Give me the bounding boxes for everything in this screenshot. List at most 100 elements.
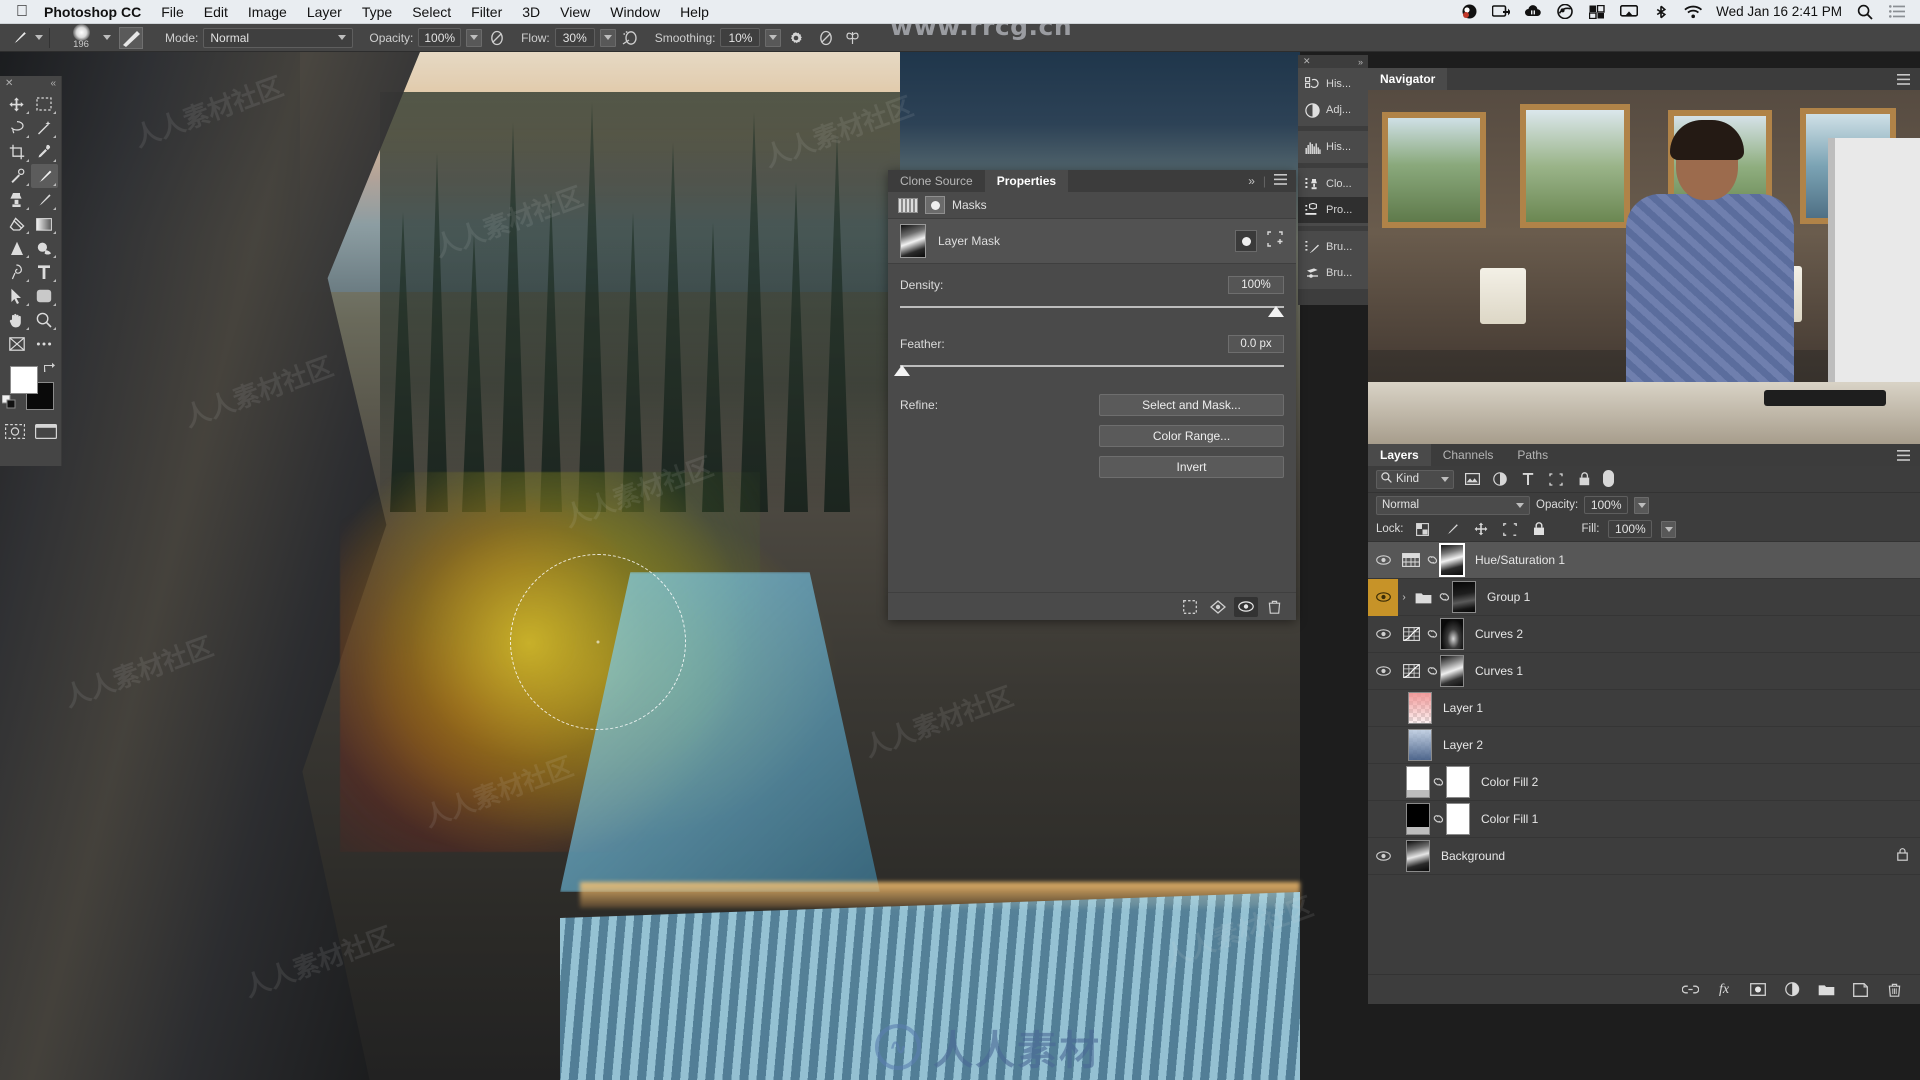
close-icon[interactable]: ✕ (5, 78, 13, 89)
gear-icon[interactable] (786, 28, 806, 48)
dodge-tool[interactable] (31, 236, 59, 260)
layer-name[interactable]: Color Fill 2 (1481, 775, 1538, 789)
apply-mask-icon[interactable] (1206, 597, 1230, 617)
invert-button[interactable]: Invert (1099, 456, 1284, 478)
opacity-control[interactable]: Opacity: 100% (369, 28, 507, 48)
layer-visibility-toggle[interactable] (1368, 727, 1398, 764)
marquee-tool[interactable] (31, 92, 59, 116)
dropbox-icon[interactable] (1588, 4, 1606, 20)
opacity-dropdown-icon[interactable] (466, 28, 483, 47)
crop-tool[interactable] (3, 140, 31, 164)
table-row[interactable]: Hue/Saturation 1 (1368, 542, 1920, 579)
layer-mask-thumbnail[interactable] (1439, 543, 1465, 577)
toggle-mask-icon[interactable] (1234, 596, 1258, 617)
swap-colors-icon[interactable] (43, 362, 55, 377)
tab-paths[interactable]: Paths (1505, 444, 1560, 466)
layer-visibility-toggle[interactable] (1368, 653, 1398, 690)
density-slider[interactable] (900, 303, 1284, 317)
layer-visibility-toggle[interactable] (1368, 578, 1398, 616)
link-mask-icon[interactable] (1424, 664, 1440, 678)
display-icon[interactable] (1492, 4, 1511, 20)
delete-mask-icon[interactable] (1262, 597, 1286, 617)
menu-item-view[interactable]: View (560, 4, 590, 20)
link-mask-icon[interactable] (1430, 812, 1446, 826)
history-brush-tool[interactable] (31, 188, 59, 212)
lock-image-pixels-icon[interactable] (1442, 520, 1462, 539)
layer-style-icon[interactable]: fx (1714, 980, 1734, 1000)
filter-image-icon[interactable] (1462, 470, 1482, 489)
screen-mode-icon[interactable] (31, 420, 62, 442)
dock-item-histogram[interactable]: His... (1298, 134, 1368, 160)
navigator-preview[interactable] (1368, 90, 1920, 444)
new-adjustment-icon[interactable] (1782, 980, 1802, 1000)
layer-visibility-toggle[interactable] (1368, 690, 1398, 727)
filter-smart-object-icon[interactable] (1574, 470, 1594, 489)
layer-name[interactable]: Curves 2 (1475, 627, 1523, 641)
menu-item-file[interactable]: File (161, 4, 184, 20)
add-vector-mask-icon[interactable] (1266, 230, 1284, 253)
dock-item-history[interactable]: His... (1298, 71, 1368, 97)
table-row[interactable]: Curves 2 (1368, 616, 1920, 653)
control-center-list-icon[interactable] (1888, 4, 1906, 20)
move-tool[interactable] (3, 92, 31, 116)
tab-properties[interactable]: Properties (984, 170, 1069, 192)
tab-channels[interactable]: Channels (1431, 444, 1506, 466)
brush-preset-picker[interactable]: 196 (64, 23, 111, 51)
table-row[interactable]: › Group 1 (1368, 578, 1920, 616)
layer-name[interactable]: Color Fill 1 (1481, 812, 1538, 826)
dock-item-brush-settings[interactable]: Bru... (1298, 234, 1368, 260)
apple-logo-icon[interactable]:  (16, 3, 28, 20)
flow-value[interactable]: 30% (554, 28, 595, 47)
layer-visibility-toggle[interactable] (1368, 838, 1398, 875)
blend-mode-control[interactable]: Mode: Normal (165, 27, 354, 48)
feather-slider-knob[interactable] (894, 365, 910, 376)
smoothing-value[interactable]: 10% (720, 28, 761, 47)
layer-mask-thumbnail[interactable] (1446, 766, 1470, 798)
density-value[interactable]: 100% (1228, 276, 1284, 294)
new-group-icon[interactable] (1816, 980, 1836, 1000)
double-chevron-icon[interactable]: » (1358, 57, 1363, 67)
folder-icon[interactable] (1410, 579, 1436, 616)
select-and-mask-button[interactable]: Select and Mask... (1099, 394, 1284, 416)
type-tool[interactable] (31, 260, 59, 284)
link-mask-icon[interactable] (1424, 627, 1440, 641)
filter-adjustment-icon[interactable] (1490, 470, 1510, 489)
tab-navigator[interactable]: Navigator (1368, 68, 1448, 90)
link-mask-icon[interactable] (1436, 590, 1452, 604)
fill-color-thumbnail[interactable] (1406, 766, 1430, 798)
wifi-icon[interactable] (1684, 4, 1703, 20)
dock-item-adjustments[interactable]: Adj... (1298, 97, 1368, 123)
layer-visibility-toggle[interactable] (1368, 616, 1398, 653)
brush-angle-control[interactable] (816, 28, 836, 48)
default-colors-icon[interactable] (1, 394, 16, 414)
panel-menu-icon[interactable] (1274, 174, 1287, 188)
dock-item-brushes[interactable]: Bru... (1298, 260, 1368, 286)
gradient-tool[interactable] (31, 212, 59, 236)
panel-menu-icon[interactable] (1897, 444, 1920, 466)
eraser-tool[interactable] (3, 212, 31, 236)
layer-list[interactable]: Hue/Saturation 1 › Group 1 Curves 2 Curv… (1368, 542, 1920, 974)
symmetry-control[interactable] (842, 28, 862, 48)
table-row[interactable]: Layer 2 (1368, 727, 1920, 764)
pen-tool[interactable] (3, 260, 31, 284)
tool-preset-swatch[interactable] (119, 26, 143, 49)
menu-item-layer[interactable]: Layer (307, 4, 342, 20)
add-pixel-mask-icon[interactable] (1235, 230, 1257, 252)
bluetooth-icon[interactable] (1652, 4, 1670, 20)
menu-item-type[interactable]: Type (362, 4, 392, 20)
double-chevron-icon[interactable]: « (50, 78, 56, 89)
color-range-button[interactable]: Color Range... (1099, 425, 1284, 447)
panel-menu-icon[interactable] (1897, 68, 1920, 90)
obs-icon[interactable] (1460, 4, 1478, 20)
group-expander-icon[interactable]: › (1398, 592, 1410, 603)
filter-kind-select[interactable]: Kind (1376, 469, 1454, 489)
new-layer-icon[interactable] (1850, 980, 1870, 1000)
menu-item-3d[interactable]: 3D (522, 4, 540, 20)
curves-icon[interactable] (1398, 653, 1424, 690)
layer-name[interactable]: Layer 1 (1443, 701, 1483, 715)
smoothing-control[interactable]: Smoothing: 10% (655, 28, 807, 48)
quick-mask-icon[interactable] (0, 420, 31, 442)
layer-blend-mode-select[interactable]: Normal (1376, 495, 1530, 515)
airplay-icon[interactable] (1620, 4, 1639, 20)
tab-layers[interactable]: Layers (1368, 444, 1431, 466)
